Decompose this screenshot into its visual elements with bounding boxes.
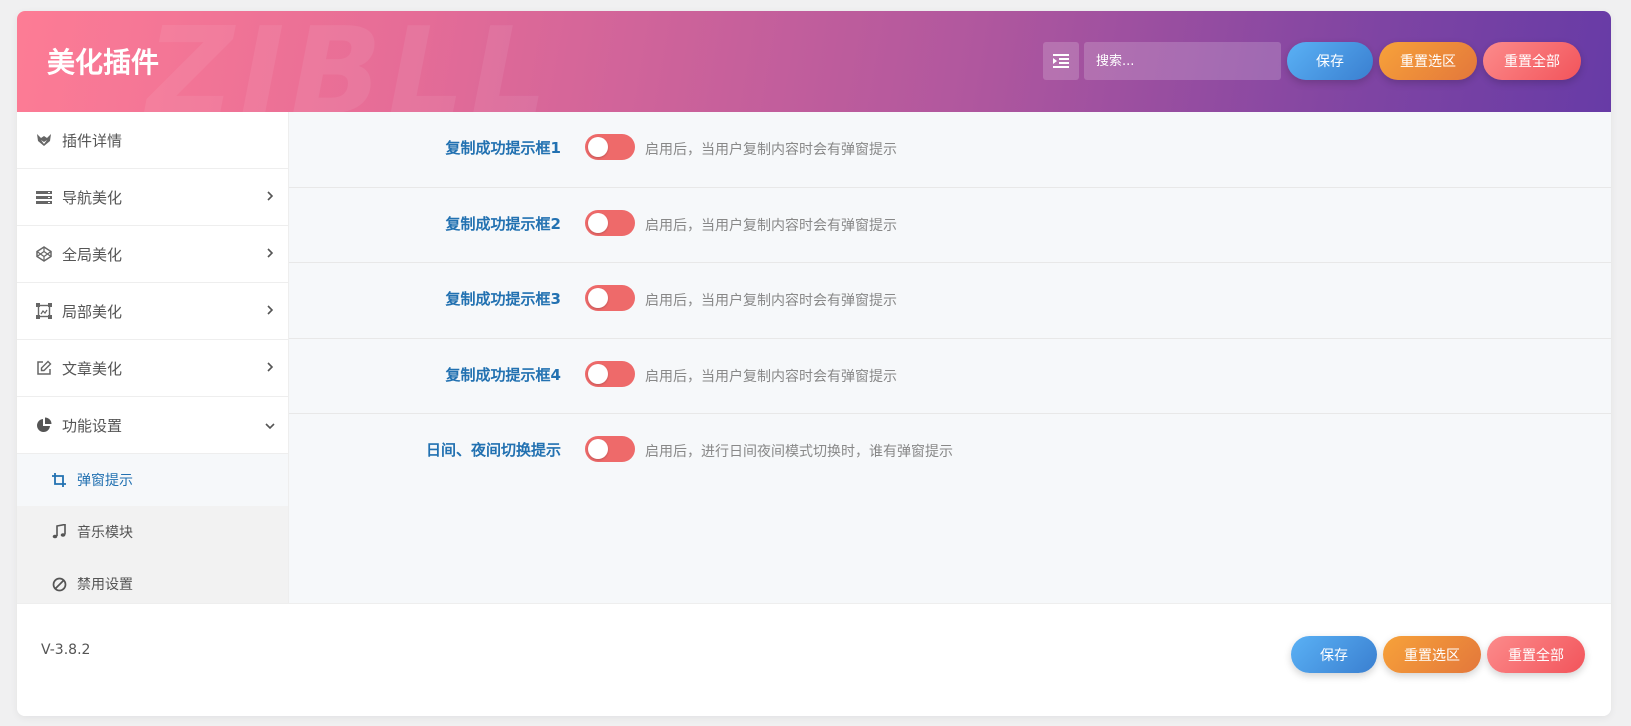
- settings-panel: ZIBLL 美化插件 保存 重置选区 重置全部 插件详情: [17, 11, 1611, 716]
- sidebar-subitem-label: 音乐模块: [77, 525, 133, 541]
- chevron-right-icon: [267, 305, 274, 315]
- sidebar-item-label: 文章美化: [62, 359, 123, 378]
- setting-description: 启用后，进行日间夜间模式切换时，谁有弹窗提示: [645, 444, 953, 460]
- panel-footer: V-3.8.2 保存 重置选区 重置全部: [17, 603, 1611, 716]
- setting-row: 复制成功提示框1 启用后，当用户复制内容时会有弹窗提示: [289, 112, 1611, 188]
- sidebar-item-nav-beautify[interactable]: 导航美化: [17, 169, 288, 226]
- setting-description: 启用后，当用户复制内容时会有弹窗提示: [645, 217, 897, 234]
- sidebar-item-label: 局部美化: [62, 302, 123, 321]
- setting-description: 启用后，当用户复制内容时会有弹窗提示: [645, 293, 897, 309]
- header-toolbar: 保存 重置选区 重置全部: [1043, 42, 1581, 80]
- reset-section-button[interactable]: 重置选区: [1379, 42, 1477, 80]
- sidebar-subitem-label: 禁用设置: [77, 577, 133, 593]
- music-icon: [51, 524, 67, 540]
- toggle-knob: [588, 363, 608, 384]
- setting-row: 复制成功提示框4 启用后，当用户复制内容时会有弹窗提示: [289, 339, 1611, 414]
- page-title: 美化插件: [47, 46, 160, 79]
- sidebar-item-label: 导航美化: [62, 188, 123, 207]
- server-icon: [36, 189, 52, 205]
- setting-row: 复制成功提示框3 启用后，当用户复制内容时会有弹窗提示: [289, 263, 1611, 339]
- setting-description: 启用后，当用户复制内容时会有弹窗提示: [645, 368, 897, 385]
- setting-toggle[interactable]: [585, 285, 635, 311]
- sidebar-item-global-beautify[interactable]: 全局美化: [17, 226, 288, 283]
- toggle-knob: [588, 137, 608, 157]
- ban-icon: [51, 576, 67, 592]
- footer-save-button[interactable]: 保存: [1291, 636, 1377, 673]
- fox-logo-icon: [36, 132, 52, 148]
- sidebar-item-partial-beautify[interactable]: 局部美化: [17, 283, 288, 340]
- footer-reset-all-button[interactable]: 重置全部: [1487, 636, 1585, 673]
- settings-content: 复制成功提示框1 启用后，当用户复制内容时会有弹窗提示 复制成功提示框2 启用后…: [289, 112, 1611, 603]
- sidebar-item-article-beautify[interactable]: 文章美化: [17, 340, 288, 397]
- chevron-right-icon: [267, 248, 274, 258]
- chevron-right-icon: [267, 191, 274, 201]
- reset-all-button[interactable]: 重置全部: [1483, 42, 1581, 80]
- codepen-icon: [36, 246, 52, 262]
- sidebar-item-label: 功能设置: [62, 416, 123, 435]
- sidebar-item-plugin-details[interactable]: 插件详情: [17, 112, 288, 169]
- frame-icon: [36, 303, 52, 319]
- pie-chart-icon: [36, 417, 52, 433]
- footer-toolbar: 保存 重置选区 重置全部: [1285, 636, 1585, 673]
- setting-toggle[interactable]: [585, 360, 635, 387]
- sidebar-submenu: 弹窗提示 音乐模块 禁用设置: [17, 454, 288, 610]
- expand-toggle-button[interactable]: [1043, 42, 1079, 80]
- chevron-right-icon: [267, 362, 274, 372]
- setting-toggle[interactable]: [585, 436, 635, 462]
- version-label: V-3.8.2: [41, 642, 91, 658]
- save-button[interactable]: 保存: [1287, 42, 1373, 80]
- sidebar-item-label: 全局美化: [62, 245, 123, 264]
- setting-label: 复制成功提示框1: [445, 139, 561, 157]
- toggle-knob: [588, 288, 608, 308]
- sidebar-item-label: 插件详情: [62, 131, 123, 150]
- sidebar: 插件详情 导航美化 全局美化 局部美化 文章美化 功能设置 弹窗提示 音乐模块 …: [17, 112, 289, 610]
- sidebar-subitem-popup-tips[interactable]: 弹窗提示: [17, 454, 288, 506]
- setting-toggle[interactable]: [585, 134, 635, 160]
- sidebar-subitem-music-module[interactable]: 音乐模块: [17, 506, 288, 558]
- indent-icon: [1053, 54, 1069, 68]
- setting-toggle[interactable]: [585, 209, 635, 236]
- header-watermark: ZIBLL: [147, 11, 554, 112]
- setting-row: 复制成功提示框2 启用后，当用户复制内容时会有弹窗提示: [289, 188, 1611, 263]
- setting-label: 日间、夜间切换提示: [425, 441, 561, 459]
- chevron-down-icon: [265, 423, 275, 430]
- toggle-knob: [588, 212, 608, 233]
- setting-label: 复制成功提示框2: [445, 214, 561, 233]
- crop-icon: [51, 472, 67, 488]
- search-input[interactable]: [1084, 42, 1281, 80]
- sidebar-subitem-label: 弹窗提示: [77, 473, 133, 489]
- setting-description: 启用后，当用户复制内容时会有弹窗提示: [645, 142, 897, 158]
- toggle-knob: [588, 439, 608, 459]
- panel-header: ZIBLL 美化插件 保存 重置选区 重置全部: [17, 11, 1611, 112]
- setting-row: 日间、夜间切换提示 启用后，进行日间夜间模式切换时，谁有弹窗提示: [289, 414, 1611, 490]
- sidebar-item-feature-settings[interactable]: 功能设置: [17, 397, 288, 454]
- setting-label: 复制成功提示框4: [445, 365, 561, 384]
- footer-reset-section-button[interactable]: 重置选区: [1383, 636, 1481, 673]
- edit-icon: [36, 360, 52, 376]
- setting-label: 复制成功提示框3: [445, 290, 561, 308]
